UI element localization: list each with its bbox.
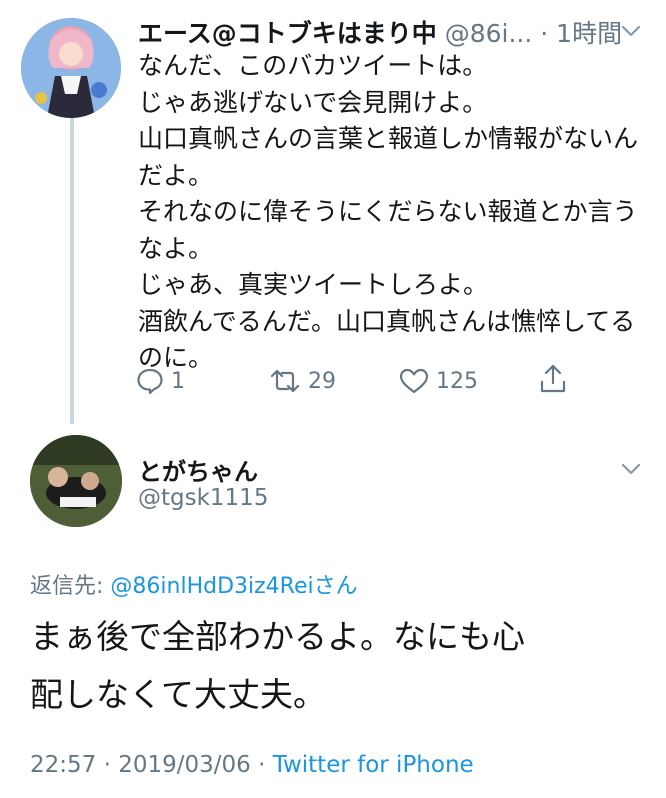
tweet-text-line: それなのに偉そうにくだらない報道とか言う (138, 197, 638, 226)
like-icon (399, 368, 429, 394)
chevron-down-icon[interactable] (620, 458, 642, 480)
share-icon (540, 364, 566, 393)
tweet-text-line: 酒飲んでるんだ。山口真帆さんは憔悴してる (138, 306, 636, 336)
chevron-down-icon[interactable] (620, 20, 642, 42)
tweet-text: なんだ、このバカツイートは。 じゃあ逃げないで会見開けよ。 山口真帆さんの言葉と… (138, 48, 648, 377)
tweet-text-line: じゃあ、真実ツイートしろよ。 (138, 270, 489, 299)
source-link[interactable]: Twitter for iPhone (273, 752, 474, 778)
tweet-text-line: なんだ、このバカツイートは。 (138, 51, 488, 80)
display-name[interactable]: とがちゃん (138, 452, 258, 487)
tweet-header: エース@コトブキはまり中 @86i... · 1時間 (138, 14, 648, 50)
separator: · (532, 19, 557, 48)
tweet-text: まぁ後で全部わかるよ。なにも心 配しなくて大丈夫。 (30, 608, 650, 724)
user-handle[interactable]: @tgsk1115 (138, 485, 268, 511)
avatar[interactable] (30, 435, 122, 527)
retweet-count: 29 (308, 368, 336, 394)
tweet-metadata: 22:57 · 2019/03/06 · Twitter for iPhone (30, 752, 474, 778)
reply-count: 1 (171, 368, 185, 394)
like-count: 125 (436, 368, 478, 394)
retweet-icon (270, 369, 300, 393)
tweet-text-line: 配しなくて大丈夫。 (30, 675, 327, 714)
replying-to: 返信先: @86inlHdD3iz4Reiさん (30, 568, 358, 600)
reply-button[interactable]: 1 (135, 366, 185, 396)
tweet-text-line: だよ。 (138, 160, 214, 190)
tweet-time[interactable]: 1時間 (556, 19, 622, 48)
retweet-button[interactable]: 29 (268, 366, 336, 396)
like-button[interactable]: 125 (398, 366, 478, 396)
tweet-text-line: 山口真帆さんの言葉と報道しか情報がないん (138, 124, 639, 153)
reply-mention-link[interactable]: @86inlHdD3iz4Reiさん (110, 574, 357, 599)
tweet-text-line: じゃあ逃げないで会見開けよ。 (138, 87, 488, 117)
tweet-text-line: まぁ後で全部わかるよ。なにも心 (30, 617, 525, 656)
share-button[interactable] (538, 362, 568, 396)
user-handle[interactable]: @86i... (445, 19, 533, 48)
tweet-actions: 1 29 125 (0, 364, 666, 400)
display-name[interactable]: エース@コトブキはまり中 (138, 19, 437, 48)
reply-icon (137, 368, 163, 395)
avatar[interactable] (21, 18, 121, 118)
tweet-text-line: なよ。 (138, 233, 214, 263)
timestamp[interactable]: 22:57 · 2019/03/06 · (30, 752, 273, 778)
reply-label: 返信先: (30, 574, 111, 599)
